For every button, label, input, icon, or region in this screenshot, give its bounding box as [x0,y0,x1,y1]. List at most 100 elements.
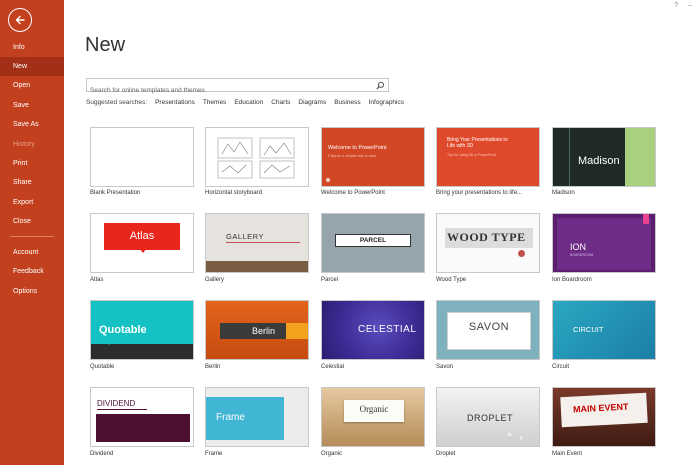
suggested-link-themes[interactable]: Themes [203,99,226,106]
template-label: Wood Type [436,277,467,283]
template-title-text: DIVIDEND [97,399,136,408]
quotable-pointer [105,340,113,345]
template-label: Welcome to PowerPoint [321,190,385,196]
template-title-text: Berlin [252,326,276,336]
template-horizontal-storyboard[interactable] [205,127,309,187]
nav-open[interactable]: Open [0,76,64,95]
suggested-link-presentations[interactable]: Presentations [155,99,195,106]
search-box [86,78,389,97]
template-title-text: Bring Your Presentations to Life with 3D [447,137,508,149]
template-label: Dividend [90,451,114,457]
template-organic[interactable]: Organic [321,387,425,447]
template-title-text: PARCEL [335,234,411,247]
back-button[interactable] [8,8,32,32]
template-title-text: Frame [216,412,245,423]
suggested-link-business[interactable]: Business [334,99,360,106]
template-label: Horizontal storyboard [205,190,263,196]
suggested-link-diagrams[interactable]: Diagrams [298,99,326,106]
template-blank-presentation[interactable] [90,127,194,187]
template-label: Atlas [90,277,104,283]
template-dividend[interactable]: DIVIDEND [90,387,194,447]
template-title-text: CELESTIAL [358,324,417,335]
template-title-text: Organic [359,404,389,414]
template-droplet[interactable]: DROPLET [436,387,540,447]
template-frame[interactable]: Frame [205,387,309,447]
template-label: Ion Boardroom [552,277,592,283]
template-label: Savon [436,364,454,370]
template-label: Circuit [552,364,570,370]
template-label: Quotable [90,364,115,370]
nav-share[interactable]: Share [0,173,64,192]
suggested-link-education[interactable]: Education [234,99,263,106]
droplet-drop [507,432,512,437]
berlin-accent [286,323,308,339]
nav-close[interactable]: Close [0,212,64,231]
template-main-event[interactable]: MAIN EVENT [552,387,656,447]
window-controls: ? – [674,2,692,9]
madison-green-panel [625,128,655,186]
template-title-text: ION [570,242,587,252]
nav-save[interactable]: Save [0,96,64,115]
slide-marker [326,178,330,182]
template-title-text: Quotable [99,324,147,336]
nav-options[interactable]: Options [0,282,64,301]
template-welcome-to-powerpoint[interactable]: Welcome to PowerPoint 5 tips for a simpl… [321,127,425,187]
quotable-footer [91,344,193,359]
template-parcel[interactable]: PARCEL [321,213,425,273]
atlas-pointer [139,248,147,253]
template-label: Main Event [552,451,583,457]
template-circuit[interactable]: CIRCUIT [552,300,656,360]
suggested-searches: Suggested searches: Presentations Themes… [86,99,404,106]
dividend-band [96,414,190,442]
nav-history: History [13,141,35,148]
gallery-floor [206,261,308,272]
back-arrow-icon [15,15,25,25]
ion-accent [643,214,649,224]
help-button[interactable]: ? [674,2,678,9]
search-icon[interactable] [376,81,385,90]
suggested-label: Suggested searches: [86,99,148,106]
nav-divider [10,236,54,237]
search-input[interactable] [87,84,373,97]
template-celestial[interactable]: CELESTIAL [321,300,425,360]
suggested-link-infographics[interactable]: Infographics [369,99,404,106]
template-label: Droplet [436,451,456,457]
template-title-text: CIRCUIT [573,325,604,334]
nav-export[interactable]: Export [0,193,64,212]
template-atlas[interactable]: Atlas [90,213,194,273]
template-title-text: SAVON [468,321,510,333]
template-madison[interactable]: Madison [552,127,656,187]
template-title-text: Atlas [129,230,155,242]
template-title-text: GALLERY [226,232,264,241]
template-subtitle-text: BOARDROOM [570,253,594,257]
template-label: Parcel [321,277,339,283]
nav-print[interactable]: Print [0,154,64,173]
template-subtitle-text: Tips for using 3D in PowerPoint [447,153,496,157]
template-label: Bring your presentations to life... [436,190,523,196]
droplet-drop [519,436,523,440]
template-title-text: Welcome to PowerPoint [328,145,387,151]
template-savon[interactable]: SAVON [436,300,540,360]
template-title-text: Madison [578,155,620,167]
storyboard-sketch [217,137,295,179]
nav-account[interactable]: Account [0,243,64,262]
template-label: Madison [552,190,575,196]
template-label: Celestial [321,364,345,370]
nav-new[interactable]: New [0,57,64,76]
template-gallery[interactable]: GALLERY [205,213,309,273]
template-ion-boardroom[interactable]: ION BOARDROOM [552,213,656,273]
nav-info[interactable]: Info [0,38,64,57]
page-title: New [85,34,126,56]
template-quotable[interactable]: Quotable [90,300,194,360]
template-title-text: WOOD TYPE [447,230,526,244]
template-bring-presentations-to-life[interactable]: Bring Your Presentations to Life with 3D… [436,127,540,187]
wood-type-dot [518,250,525,257]
nav-feedback[interactable]: Feedback [0,262,64,281]
template-subtitle-text: 5 tips for a simpler way to work [328,154,377,158]
dividend-rule [97,409,147,410]
minimize-button[interactable]: – [688,2,692,9]
template-berlin[interactable]: Berlin [205,300,309,360]
template-wood-type[interactable]: WOOD TYPE [436,213,540,273]
suggested-link-charts[interactable]: Charts [271,99,290,106]
nav-save-as[interactable]: Save As [0,115,64,134]
